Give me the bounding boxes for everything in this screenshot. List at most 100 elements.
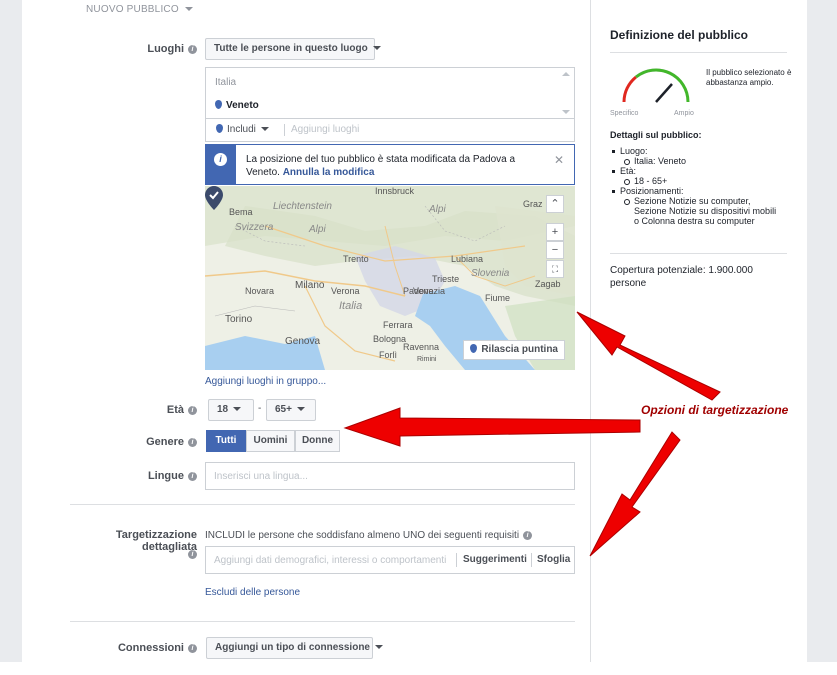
release-pin-label: Rilascia puntina (481, 344, 558, 355)
info-icon[interactable]: i (188, 643, 197, 653)
gender-option-all[interactable]: Tutti (206, 430, 246, 452)
detailed-targeting-info: i (172, 548, 197, 560)
scroll-up-icon[interactable] (562, 72, 570, 76)
detailed-placeholder: Aggiungi dati demografici, interessi o c… (214, 555, 447, 566)
detail-location-value: Italia: Veneto (610, 156, 790, 166)
detail-age-value: 18 - 65+ (610, 176, 790, 186)
info-icon[interactable]: i (188, 437, 197, 447)
connections-dropdown[interactable]: Aggiungi un tipo di connessione (206, 637, 383, 659)
languages-placeholder: Inserisci una lingua... (214, 471, 308, 482)
map-label: Ravenna (403, 342, 440, 352)
map-label: Liechtenstein (273, 201, 332, 212)
map-label: Venezia (413, 286, 446, 296)
connections-label: Connessioni i (100, 642, 197, 654)
close-icon[interactable]: ✕ (554, 153, 564, 167)
chevron-down-icon (296, 407, 305, 412)
gender-option-men[interactable]: Uomini (246, 430, 295, 452)
locations-list[interactable]: Italia Veneto (205, 67, 575, 119)
map-label: Slovenia (471, 268, 510, 279)
section-divider (70, 504, 575, 505)
map-label: Innsbruck (375, 186, 415, 196)
age-label: Età i (100, 404, 197, 416)
map-label: Novara (245, 286, 275, 296)
map-label: Graz (523, 199, 543, 209)
gender-label: Genere i (100, 436, 197, 448)
detail-location-label: Luogo: (610, 146, 790, 156)
section-title[interactable]: NUOVO PUBBLICO (86, 4, 193, 15)
map-label: Trento (343, 254, 369, 264)
languages-input[interactable]: Inserisci una lingua... (205, 462, 575, 490)
info-icon[interactable]: i (188, 471, 197, 481)
map-label: Rimini (417, 356, 437, 363)
chevron-down-icon (260, 127, 269, 132)
undo-change-link[interactable]: Annulla la modifica (283, 167, 375, 178)
map-label: Fiume (485, 293, 511, 303)
chevron-down-icon (184, 7, 193, 12)
detailed-targeting-input[interactable]: Aggiungi dati demografici, interessi o c… (205, 546, 575, 574)
map-label: Forlì (379, 350, 397, 360)
separator (456, 553, 457, 567)
info-icon[interactable]: i (188, 44, 197, 54)
release-pin-button[interactable]: Rilascia puntina (463, 340, 565, 360)
sidebar-divider (610, 52, 787, 53)
exclude-people-link[interactable]: Escludi delle persone (205, 587, 300, 598)
map-label: Lubiana (451, 254, 484, 264)
locations-dropdown-label: Tutte le persone in questo luogo (214, 43, 368, 54)
map-fit-icon[interactable]: ⛶ (546, 260, 564, 278)
connections-label-text: Connessioni (117, 642, 184, 654)
age-max-value: 65+ (275, 404, 292, 415)
map-collapse-button[interactable]: ⌃ (546, 195, 564, 213)
browse-button[interactable]: Sfoglia (537, 554, 570, 565)
map-label: Verona (331, 286, 360, 296)
pin-icon (215, 100, 222, 109)
include-dropdown[interactable]: Includi (216, 124, 269, 135)
chevron-down-icon (372, 46, 381, 51)
info-icon[interactable]: i (188, 549, 197, 559)
page-background-right (807, 0, 837, 662)
page-background-left (0, 0, 22, 662)
detail-placements-value: Sezione Notizie su computer, Sezione Not… (610, 196, 780, 226)
age-min-value: 18 (217, 404, 229, 415)
gender-option-women[interactable]: Donne (295, 430, 340, 452)
locations-label: Luoghi i (100, 43, 197, 55)
pin-icon (470, 344, 478, 353)
location-region[interactable]: Veneto (215, 100, 259, 111)
location-country: Italia (215, 77, 237, 88)
scroll-down-icon[interactable] (562, 110, 570, 114)
age-max-dropdown[interactable]: 65+ (266, 399, 316, 421)
location-map[interactable]: Innsbruck Graz Bema Liechtenstein Alpi S… (205, 186, 575, 370)
gauge-left-label: Specifico (610, 110, 639, 117)
gauge-right-label: Ampio (674, 110, 694, 117)
connections-dropdown-label: Aggiungi un tipo di connessione (215, 642, 370, 653)
languages-label: Lingue i (100, 470, 197, 482)
map-label: Alpi (429, 204, 446, 215)
map-label: Zagab (535, 279, 561, 289)
info-icon[interactable]: i (188, 405, 197, 415)
gauge-description: Il pubblico selezionato è abbastanza amp… (706, 68, 792, 87)
suggestions-button[interactable]: Suggerimenti (463, 554, 527, 565)
audience-details-title: Dettagli sul pubblico: (610, 130, 702, 140)
location-region-text: Veneto (226, 100, 259, 111)
info-icon[interactable]: i (523, 530, 533, 540)
languages-label-text: Lingue (147, 470, 184, 482)
zoom-out-button[interactable]: − (546, 241, 564, 259)
pin-icon (216, 124, 223, 133)
audience-definition-title: Definizione del pubblico (610, 28, 748, 42)
annotation-label: Opzioni di targetizzazione (641, 403, 789, 417)
separator (284, 124, 285, 136)
detailed-description-text: INCLUDI le persone che soddisfano almeno… (205, 530, 520, 541)
zoom-in-button[interactable]: + (546, 223, 564, 241)
locations-dropdown[interactable]: Tutte le persone in questo luogo (205, 38, 381, 60)
audience-gauge-icon (622, 68, 690, 103)
section-divider (70, 621, 575, 622)
map-pin-icon[interactable] (205, 186, 223, 210)
age-label-text: Età (166, 404, 184, 416)
info-icon: i (214, 153, 227, 166)
sidebar-divider (590, 0, 591, 662)
add-locations-input[interactable]: Aggiungi luoghi (291, 124, 359, 135)
chevron-down-icon (375, 645, 383, 650)
age-min-dropdown[interactable]: 18 (208, 399, 254, 421)
map-label: Milano (295, 280, 325, 291)
section-title-text: NUOVO PUBBLICO (86, 4, 179, 15)
add-locations-group-link[interactable]: Aggiungi luoghi in gruppo... (205, 376, 326, 387)
